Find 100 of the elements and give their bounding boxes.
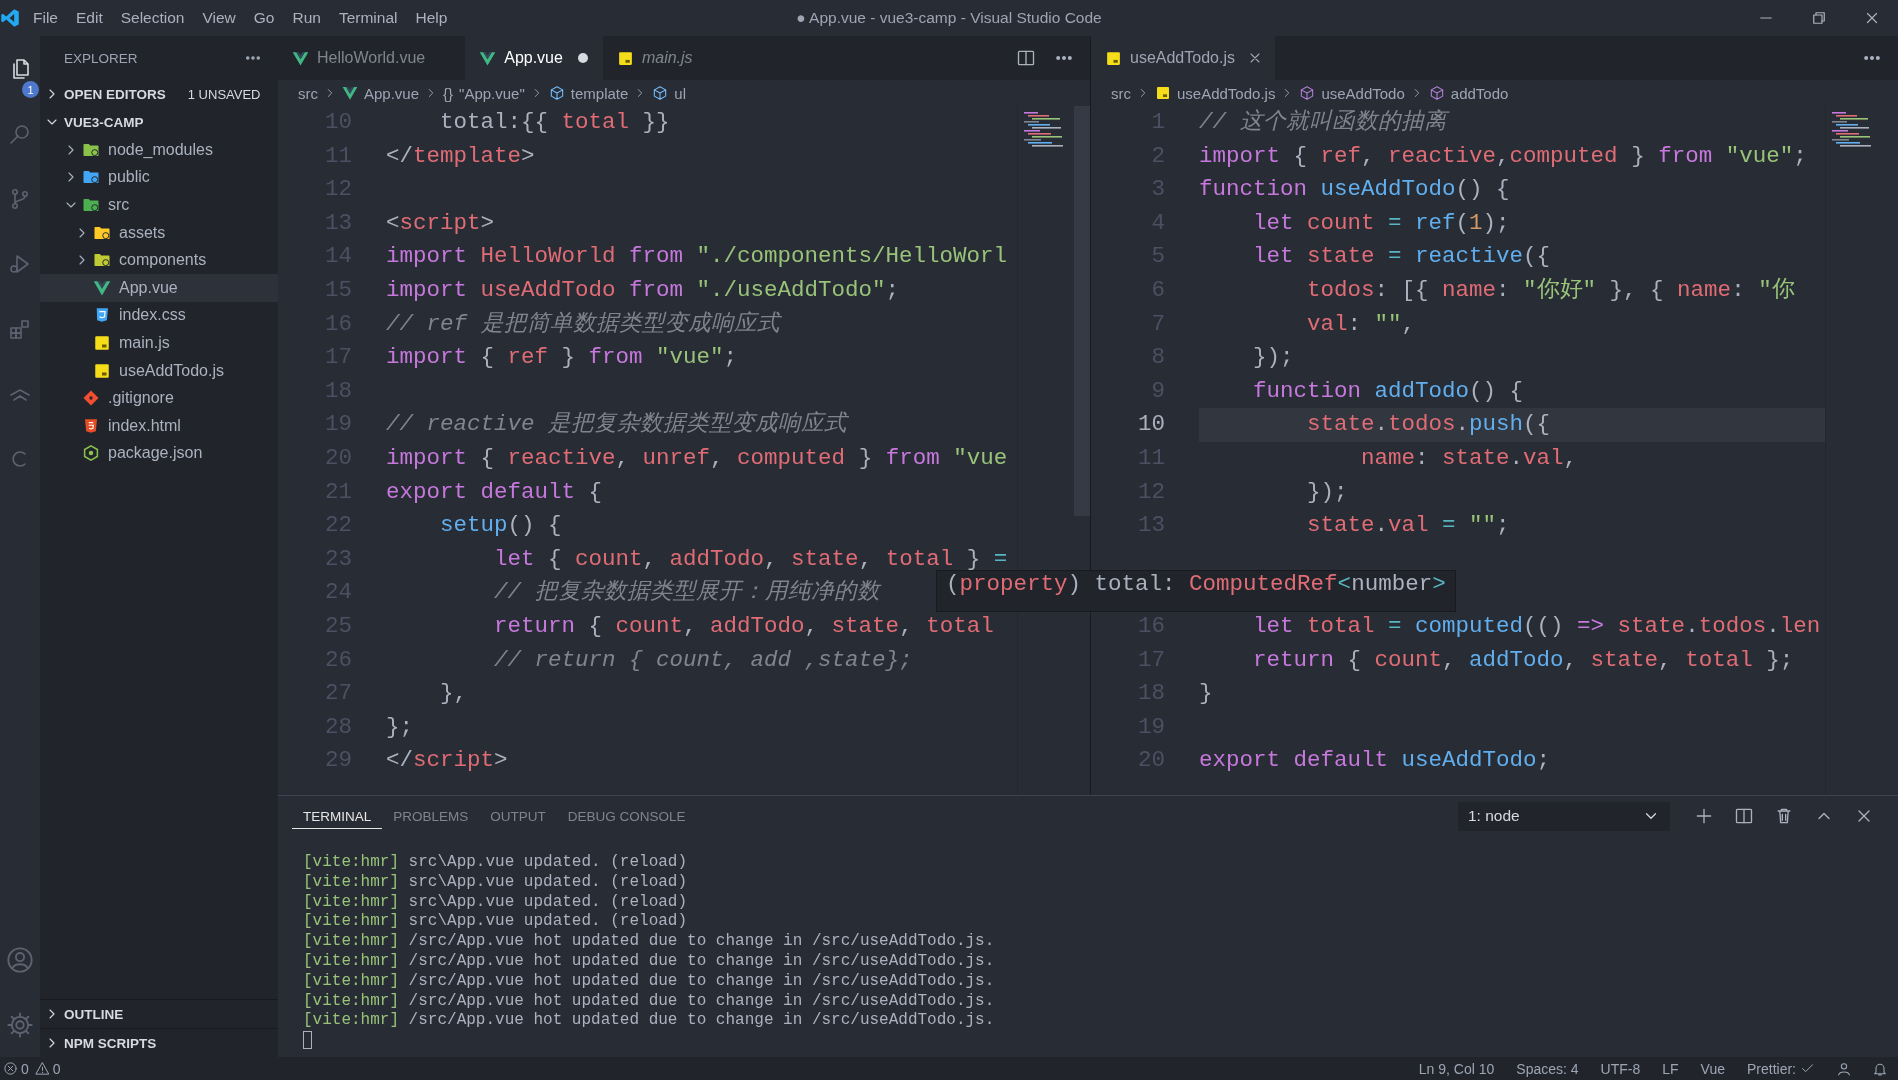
menu-item[interactable]: Help: [406, 9, 457, 27]
breadcrumb-item[interactable]: useAddTodo.js: [1155, 84, 1276, 102]
status-item[interactable]: LF: [1651, 1060, 1690, 1077]
split-editor-icon[interactable]: [1016, 48, 1036, 68]
tree-item[interactable]: index.css: [40, 301, 278, 330]
notification-badge: 1: [22, 81, 39, 98]
status-item[interactable]: Spaces: 4: [1505, 1060, 1590, 1077]
menu-item[interactable]: Selection: [111, 9, 194, 27]
terminal-line: [vite:hmr] /src/App.vue hot updated due to change in /src/useAddTodo.js.: [303, 932, 996, 952]
code-line: state.val = "";: [1307, 512, 1510, 539]
breadcrumb-item[interactable]: ul: [652, 84, 686, 102]
folder-icon: [82, 196, 100, 214]
code-line: total:{{ total }}: [440, 109, 670, 135]
code-line: // return { count, add ,state};: [494, 646, 913, 673]
tree-item[interactable]: src: [40, 191, 278, 219]
breadcrumb-item[interactable]: src: [1111, 84, 1131, 102]
breadcrumb-item[interactable]: useAddTodo: [1299, 84, 1405, 102]
terminal-dropdown[interactable]: 1: node: [1458, 801, 1670, 831]
code-line: import { ref } from "vue";: [386, 344, 738, 371]
vue-icon: [292, 49, 309, 67]
panel-tab[interactable]: TERMINAL: [292, 803, 383, 829]
code-line: </script>: [386, 747, 508, 774]
code-line: import { ref, reactive,computed } from "vue";: [1199, 142, 1807, 169]
editor-tab[interactable]: useAddTodo.js: [1091, 36, 1275, 80]
scrollbar-thumb[interactable]: [1074, 106, 1090, 516]
code-line: let count = ref(1);: [1253, 209, 1510, 236]
section-header[interactable]: OPEN EDITORS 1 UNSAVED: [40, 80, 278, 108]
cube-icon: [652, 85, 669, 101]
breadcrumb-item[interactable]: src: [298, 84, 318, 102]
status-item[interactable]: Prettier:: [1736, 1060, 1826, 1077]
menu-item[interactable]: Go: [244, 9, 284, 27]
menu-item[interactable]: Run: [283, 9, 330, 27]
editor-tab[interactable]: main.js: [602, 36, 733, 80]
tree-item[interactable]: components: [40, 246, 278, 274]
panel-tab[interactable]: DEBUG CONSOLE: [556, 803, 697, 829]
hexagon-file-icon: [82, 444, 100, 463]
code-line: }: [1199, 680, 1213, 707]
menu-item[interactable]: File: [24, 9, 67, 27]
js-file-icon: [1105, 49, 1122, 67]
problems-status[interactable]: 0: [31, 1060, 64, 1077]
window-title: ● App.vue - vue3-camp - Visual Studio Code: [796, 9, 1102, 27]
code-line: });: [1253, 344, 1294, 371]
status-item[interactable]: UTF-8: [1589, 1060, 1652, 1077]
tree-item[interactable]: App.vue: [40, 273, 278, 302]
breadcrumb-item[interactable]: addTodo: [1428, 84, 1509, 102]
status-item[interactable]: Vue: [1689, 1060, 1736, 1077]
editor-tab[interactable]: App.vue: [465, 36, 603, 80]
terminal-line: [vite:hmr] src\App.vue updated. (reload): [303, 892, 689, 913]
vue-icon: [479, 49, 497, 67]
code-line: // ref 是把简单数据类型变成响应式: [386, 310, 780, 337]
js-file-icon: [616, 49, 634, 67]
terminal-line: [vite:hmr] src\App.vue updated. (reload): [303, 872, 689, 893]
section-header[interactable]: VUE3-CAMP: [40, 108, 278, 136]
problems-status[interactable]: 0: [0, 1060, 32, 1077]
menu-item[interactable]: View: [193, 9, 245, 27]
tree-item[interactable]: package.json: [40, 439, 278, 468]
code-line: // reactive 是把复杂数据类型变成响应式: [386, 411, 848, 438]
code-line: };: [386, 713, 413, 740]
editor-tab[interactable]: HelloWorld.vue: [278, 36, 466, 80]
tree-item[interactable]: useAddTodo.js: [40, 356, 278, 385]
panel-tab[interactable]: PROBLEMS: [382, 803, 480, 829]
feedback-icon[interactable]: [1836, 1060, 1852, 1077]
terminal-line: [vite:hmr] /src/App.vue hot updated due to change in /src/useAddTodo.js.: [303, 971, 996, 992]
line-number: 10: [1137, 410, 1165, 440]
terminal-line: [vite:hmr] src\App.vue updated. (reload): [303, 853, 689, 873]
panel-tab[interactable]: OUTPUT: [479, 803, 557, 829]
code-line: });: [1307, 478, 1348, 505]
tree-item[interactable]: public: [40, 163, 278, 192]
git-file-icon: [82, 389, 100, 408]
code-line: // 把复杂数据类型展开：用纯净的数: [494, 579, 880, 606]
new-terminal-icon[interactable]: [1694, 806, 1714, 826]
status-item[interactable]: Ln 9, Col 10: [1407, 1060, 1506, 1077]
code-line: import { reactive, unref, computed } from "vue: [386, 444, 1008, 471]
code-line: return { count, addTodo, state, total: [494, 612, 994, 639]
tree-item[interactable]: node_modules: [40, 136, 278, 164]
code-line: state.todos.push({: [1307, 411, 1551, 438]
warning-icon: [34, 1061, 50, 1076]
unsaved-count: 1 UNSAVED: [187, 86, 261, 102]
breadcrumb-item[interactable]: template: [548, 84, 629, 102]
terminal-line: [vite:hmr] src\App.vue updated. (reload): [303, 912, 689, 933]
js-file-icon: [93, 361, 111, 380]
js-file-icon: [1155, 85, 1171, 101]
code-line: </template>: [386, 142, 535, 169]
split-terminal-icon[interactable]: [1734, 806, 1754, 826]
breadcrumb-item[interactable]: App.vue: [342, 84, 420, 102]
tree-item[interactable]: index.html: [40, 411, 278, 440]
code-line: return { count, addTodo, state, total };: [1253, 646, 1794, 673]
tree-item[interactable]: .gitignore: [40, 384, 278, 412]
menu-item[interactable]: Terminal: [329, 9, 407, 27]
code-line: todos: [{ name: "你好" }, { name: "你: [1307, 276, 1795, 303]
sidebar-title: EXPLORER: [64, 50, 138, 66]
error-icon: [3, 1061, 18, 1076]
menu-item[interactable]: Edit: [67, 9, 112, 27]
code-line: let total = computed(() => state.todos.len: [1253, 612, 1821, 639]
tree-item[interactable]: main.js: [40, 329, 278, 357]
code-line: let { count, addTodo, state, total } =: [494, 545, 1008, 572]
tree-item[interactable]: assets: [40, 218, 278, 247]
breadcrumb-item[interactable]: {} "App.vue": [443, 84, 525, 102]
terminal-line: [vite:hmr] /src/App.vue hot updated due to change in /src/useAddTodo.js.: [303, 1011, 996, 1032]
code-line: setup() {: [440, 512, 562, 539]
